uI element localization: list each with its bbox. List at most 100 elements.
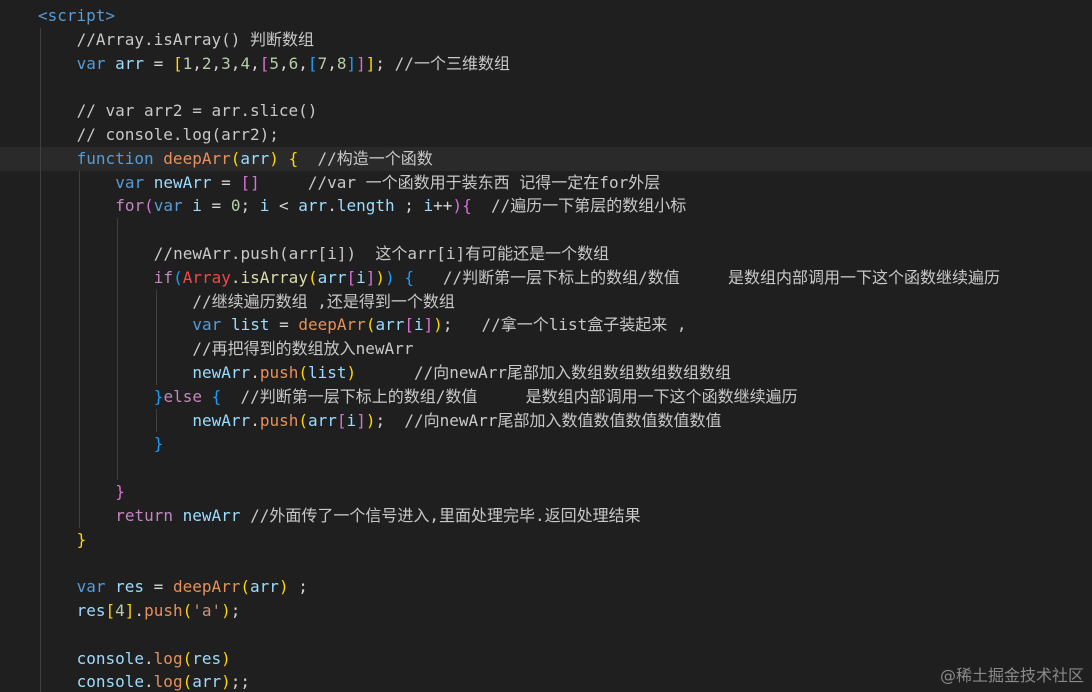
code-token: ] — [365, 53, 376, 73]
code-token: , — [298, 53, 308, 73]
code-token: arr — [115, 53, 145, 73]
code-token: arr — [240, 148, 270, 168]
code-line[interactable]: // var arr2 = arr.slice() — [0, 99, 1092, 123]
code-token: <script> — [38, 6, 116, 25]
code-token: [ — [404, 315, 414, 335]
code-line[interactable]: if(Array.isArray(arr[i])) { //判断第一层下标上的数… — [0, 266, 1092, 290]
code-line[interactable]: console.log(res) — [0, 647, 1092, 671]
code-token: ) — [221, 672, 231, 692]
code-token: //拿一个list盒子装起来 , — [481, 315, 687, 335]
code-line-content: if(Array.isArray(arr[i])) { //判断第一层下标上的数… — [154, 266, 1000, 290]
code-token: ; — [288, 577, 308, 597]
code-token: ) — [221, 648, 231, 668]
code-token: arr — [308, 410, 337, 430]
code-token: ) — [269, 148, 279, 168]
code-editor[interactable]: <script> //Array.isArray() 判断数组 var arr = … — [0, 0, 1092, 692]
code-token: else — [163, 386, 202, 406]
code-token: // var arr2 = arr.slice() — [76, 101, 318, 121]
code-line[interactable]: // console.log(arr2); — [0, 123, 1092, 147]
code-token: newArr — [192, 410, 251, 430]
code-token: ) — [278, 577, 289, 597]
code-line-content: for(var i = 0; i < arr.length ; i++){ //… — [115, 194, 686, 218]
code-token: 3 — [221, 53, 231, 73]
code-token: push — [259, 362, 299, 382]
code-token: // console.log(arr2); — [76, 124, 279, 144]
code-line[interactable] — [0, 75, 1092, 99]
code-line[interactable]: console.log(arr);; — [0, 670, 1092, 692]
code-token: . — [250, 410, 260, 430]
code-token: //遍历一下第层的数组小标 — [490, 196, 687, 216]
code-line[interactable]: //Array.isArray() 判断数组 — [0, 28, 1092, 52]
code-token: isArray — [240, 267, 308, 287]
code-token: deepArr — [172, 577, 241, 597]
code-token: deepArr — [298, 315, 366, 335]
code-token: ( — [182, 600, 193, 620]
code-line[interactable] — [0, 623, 1092, 647]
code-token: [ — [259, 53, 270, 73]
code-token: } — [153, 434, 164, 454]
code-line[interactable]: } — [0, 528, 1092, 552]
code-line-content: res[4].push('a'); — [77, 599, 241, 623]
code-line[interactable]: newArr.push(arr[i]); //向newArr尾部加入数值数值数值… — [0, 409, 1092, 433]
code-token: 5 — [269, 53, 279, 73]
code-token: { — [288, 148, 299, 168]
code-token: push — [259, 410, 299, 430]
code-token: list — [308, 362, 347, 382]
code-line[interactable] — [0, 456, 1092, 480]
code-token: ( — [307, 267, 318, 287]
code-line-content: //Array.isArray() 判断数组 — [77, 28, 314, 52]
code-line[interactable] — [0, 551, 1092, 575]
code-line[interactable]: return newArr //外面传了一个信号进入,里面处理完毕.返回处理结果 — [0, 504, 1092, 528]
code-line[interactable]: var res = deepArr(arr) ; — [0, 575, 1092, 599]
code-token: ) — [221, 600, 231, 620]
code-token: , — [230, 53, 241, 73]
code-line[interactable]: var list = deepArr(arr[i]); //拿一个list盒子装… — [0, 313, 1092, 337]
code-line[interactable]: newArr.push(list) //向newArr尾部加入数组数组数组数组数… — [0, 361, 1092, 385]
code-token: ( — [298, 410, 308, 430]
code-line[interactable]: function deepArr(arr) { //构造一个函数 — [0, 146, 1092, 171]
code-line[interactable] — [0, 218, 1092, 242]
code-token: = — [144, 53, 173, 73]
code-line[interactable]: //newArr.push(arr[i]) 这个arr[i]有可能还是一个数组 — [0, 242, 1092, 266]
code-token: arr — [298, 196, 328, 216]
code-token: newArr — [182, 505, 241, 525]
code-line[interactable]: } — [0, 432, 1092, 456]
code-line[interactable]: var newArr = [] //var 一个函数用于装东西 记得一定在for… — [0, 171, 1092, 195]
code-token: i — [259, 196, 270, 216]
code-line[interactable]: }else { //判断第一层下标上的数组/数值 是数组内部调用一下这个函数继续… — [0, 385, 1092, 409]
code-token: res — [192, 648, 222, 668]
code-token: arr — [192, 672, 222, 692]
code-token: ( — [298, 362, 308, 382]
code-line[interactable]: } — [0, 480, 1092, 504]
code-line[interactable]: //再把得到的数组放入newArr — [0, 337, 1092, 361]
code-token: newArr — [153, 172, 212, 192]
code-line[interactable]: //继续遍历数组 ,还是得到一个数组 — [0, 290, 1092, 314]
code-token: 1 — [182, 53, 193, 73]
indent-guide — [155, 408, 157, 433]
code-line[interactable]: for(var i = 0; i < arr.length ; i++){ //… — [0, 194, 1092, 218]
code-token: //构造一个函数 — [317, 148, 433, 168]
code-token: i — [356, 267, 366, 287]
code-token: //向newArr尾部加入数组数组数组数组数组 — [413, 362, 732, 382]
code-line[interactable]: <script> — [0, 4, 1092, 28]
code-token: ( — [230, 148, 241, 168]
code-token: ;; — [230, 672, 251, 692]
code-token: 2 — [201, 53, 212, 73]
code-token: [ — [346, 267, 357, 287]
code-line[interactable]: res[4].push('a'); — [0, 599, 1092, 623]
code-token: log — [153, 672, 183, 692]
code-token: [ — [105, 600, 116, 620]
code-token: . — [250, 362, 260, 382]
code-token: [ — [172, 53, 183, 73]
code-lines[interactable]: <script> //Array.isArray() 判断数组 var arr = … — [0, 4, 1092, 692]
code-token: //判断第一层下标上的数组/数值 是数组内部调用一下这个函数继续遍历 — [442, 267, 1000, 287]
code-token: 'a' — [192, 600, 222, 620]
code-token: ] — [356, 410, 366, 430]
code-token: , — [211, 53, 222, 73]
code-line[interactable]: var arr = [1,2,3,4,[5,6,[7,8]]]; //一个三维数… — [0, 52, 1092, 76]
